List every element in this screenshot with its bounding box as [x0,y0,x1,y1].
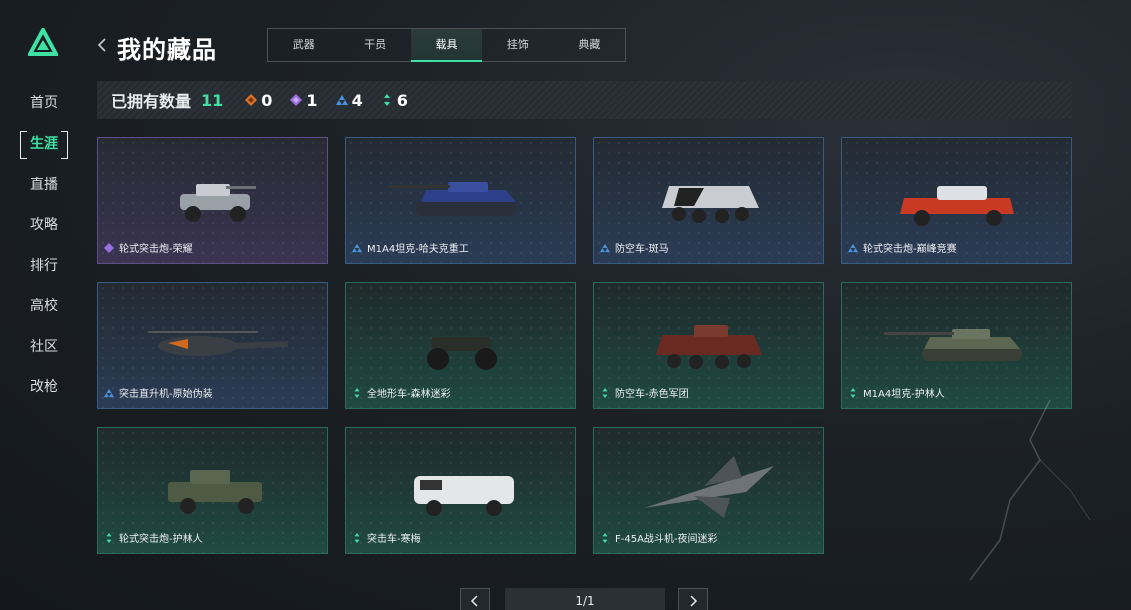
atv-icon [427,337,497,370]
page-title: 我的藏品 [117,36,217,64]
vehicle-card[interactable]: 防空车-赤色军团 [593,282,824,409]
stats-label: 已拥有数量 [111,92,192,111]
lightning-decoration [969,399,1091,581]
card-label: 全地形车-森林迷彩 [352,385,451,400]
vehicle-name: F-45A战斗机-夜间迷彩 [615,534,718,545]
card-label: 防空车-赤色军团 [600,385,689,400]
tab-operators[interactable]: 干员 [339,29,410,61]
green-rarity-icon [354,387,360,398]
card-label: 轮式突击炮-护林人 [104,530,203,545]
truck-icon [414,476,514,516]
rarity-count: 1 [306,90,318,110]
card-label: 轮式突击炮-巅峰竞赛 [848,240,957,255]
blue-rarity-icon [335,95,348,105]
purple-rarity-icon [290,94,303,106]
sidebar-item-career[interactable]: 生涯 [20,131,68,159]
green-rarity-icon [354,532,360,543]
sidebar-item-community[interactable]: 社区 [20,334,68,360]
sidebar: 首页 生涯 直播 攻略 排行 高校 社区 改枪 [0,0,88,610]
green-rarity-icon [383,94,390,106]
armored-car-icon [900,186,1014,226]
sidebar-item-guide[interactable]: 攻略 [20,212,68,238]
orange-rarity-icon [245,94,258,106]
rarity-green: 6 [381,91,408,110]
vehicle-card[interactable]: 防空车-斑马 [593,137,824,264]
tank-icon [884,329,1022,361]
tab-vehicles[interactable]: 载具 [410,29,483,62]
armored-car-icon [168,470,262,514]
sidebar-item-live[interactable]: 直播 [20,172,68,198]
chevron-left-icon[interactable] [96,36,110,56]
rarity-purple: 1 [290,90,318,110]
pager-prev-button[interactable] [460,588,490,610]
card-label: M1A4坦克-哈夫克重工 [352,240,469,255]
vehicle-card[interactable]: 突击直升机-原始伪装 [97,282,328,409]
rarity-count: 0 [261,90,273,110]
green-rarity-icon [850,387,856,398]
tab-charms[interactable]: 挂饰 [482,29,553,61]
rarity-blue: 4 [335,90,363,110]
card-label: 轮式突击炮-荣耀 [104,240,193,255]
jet-icon [644,456,774,518]
green-rarity-icon [106,532,112,543]
apc-icon [656,325,762,369]
vehicle-name: 防空车-斑马 [615,244,669,255]
blue-rarity-icon [104,388,114,397]
pager-next-button[interactable] [678,588,708,610]
category-tabs: 武器 干员 载具 挂饰 典藏 [267,28,626,62]
chevron-left-icon [470,595,478,607]
vehicle-card[interactable]: M1A4坦克-哈夫克重工 [345,137,576,264]
green-rarity-icon [602,387,608,398]
blue-rarity-icon [352,243,362,252]
vehicle-name: 轮式突击炮-巅峰竞赛 [863,244,957,255]
sidebar-item-ranking[interactable]: 排行 [20,253,68,279]
armored-car-icon [180,184,256,222]
vehicle-card[interactable]: 轮式突击炮-护林人 [97,427,328,554]
sidebar-item-gunsmith[interactable]: 改枪 [20,374,68,400]
green-rarity-icon [602,532,608,543]
vehicle-name: 突击直升机-原始伪装 [119,389,213,400]
vehicle-name: M1A4坦克-哈夫克重工 [367,244,469,255]
vehicle-name: 轮式突击炮-荣耀 [119,244,193,255]
card-label: F-45A战斗机-夜间迷彩 [600,530,718,545]
vehicle-name: 防空车-赤色军团 [615,389,689,400]
page-indicator: 1/1 [505,588,665,610]
vehicle-card[interactable]: 轮式突击炮-荣耀 [97,137,328,264]
card-label: 突击直升机-原始伪装 [104,385,213,400]
rarity-count: 6 [396,90,408,110]
tab-collection[interactable]: 典藏 [554,29,625,61]
vehicle-card[interactable]: 突击车-寒梅 [345,427,576,554]
sidebar-item-home[interactable]: 首页 [20,90,68,116]
helicopter-icon [148,331,288,356]
card-label: 防空车-斑马 [600,240,669,255]
apc-icon [662,186,759,223]
vehicle-card[interactable]: 轮式突击炮-巅峰竞赛 [841,137,1072,264]
vehicle-name: 全地形车-森林迷彩 [367,389,451,400]
vehicle-name: 突击车-寒梅 [367,534,421,545]
stats-total-count: 11 [201,90,224,110]
blue-rarity-icon [600,243,610,252]
purple-rarity-icon [104,242,114,253]
vehicle-card[interactable]: 全地形车-森林迷彩 [345,282,576,409]
rarity-count: 4 [351,90,363,110]
app-logo[interactable] [28,28,58,56]
tab-weapons[interactable]: 武器 [268,29,339,61]
blue-rarity-icon [848,243,858,252]
card-label: 突击车-寒梅 [352,530,421,545]
chevron-right-icon [690,595,698,607]
ownership-stats: 已拥有数量 11 0 1 4 6 [97,81,1072,119]
sidebar-item-college[interactable]: 高校 [20,293,68,319]
tank-icon [388,182,516,216]
rarity-orange: 0 [245,91,272,110]
vehicle-card[interactable]: F-45A战斗机-夜间迷彩 [593,427,824,554]
vehicle-name: 轮式突击炮-护林人 [119,534,203,545]
